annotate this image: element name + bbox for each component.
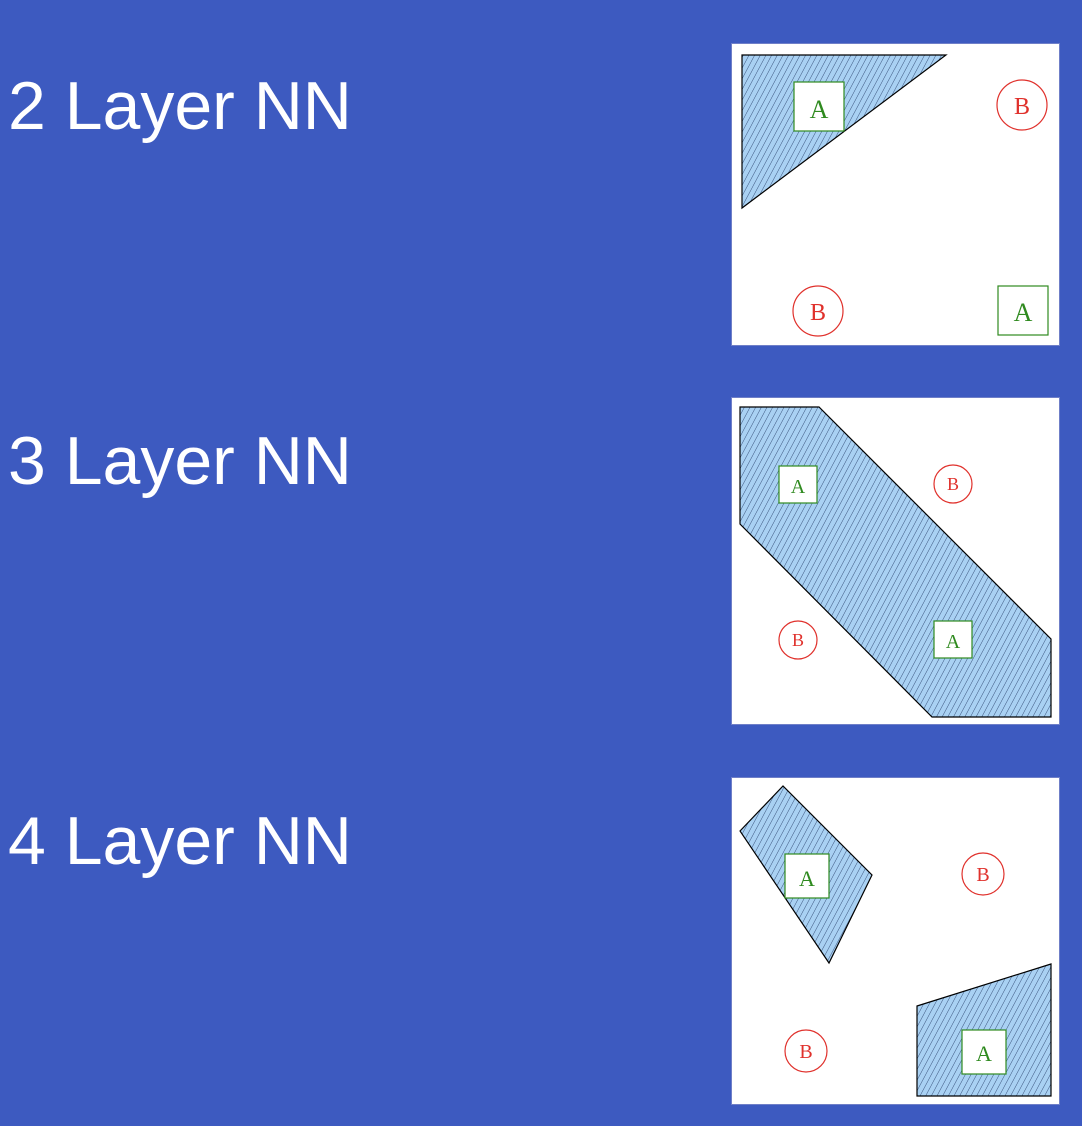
svg-text:A: A: [810, 95, 829, 124]
row-title-2-layer: 2 Layer NN: [8, 68, 352, 144]
class-b-marker: B: [996, 79, 1048, 131]
decision-region-panel-4-layer: A B B A: [731, 777, 1060, 1105]
svg-text:A: A: [799, 866, 815, 891]
class-b-marker: B: [792, 285, 844, 337]
class-b-marker: B: [778, 620, 818, 660]
svg-text:A: A: [946, 631, 961, 653]
class-a-marker: A: [997, 285, 1049, 336]
class-b-marker: B: [784, 1029, 828, 1073]
row-title-4-layer: 4 Layer NN: [8, 803, 352, 879]
svg-text:B: B: [1014, 94, 1030, 120]
svg-text:B: B: [792, 630, 804, 650]
class-b-marker: B: [933, 464, 973, 504]
class-a-marker: A: [933, 620, 973, 659]
class-a-marker: A: [793, 81, 845, 132]
class-a-marker: A: [778, 465, 818, 504]
row-title-3-layer: 3 Layer NN: [8, 423, 352, 499]
svg-text:B: B: [810, 300, 826, 326]
class-a-marker: A: [961, 1029, 1007, 1075]
svg-text:A: A: [976, 1041, 992, 1066]
svg-text:A: A: [1014, 298, 1033, 327]
svg-text:B: B: [947, 474, 959, 494]
svg-text:B: B: [976, 864, 989, 886]
decision-region-panel-2-layer: A B B A: [731, 43, 1060, 346]
decision-region-panel-3-layer: A B B A: [731, 397, 1060, 725]
class-b-marker: B: [961, 852, 1005, 896]
class-a-marker: A: [784, 853, 830, 899]
svg-text:B: B: [799, 1041, 812, 1063]
class-a-region: [739, 406, 1052, 718]
svg-text:A: A: [791, 476, 806, 498]
